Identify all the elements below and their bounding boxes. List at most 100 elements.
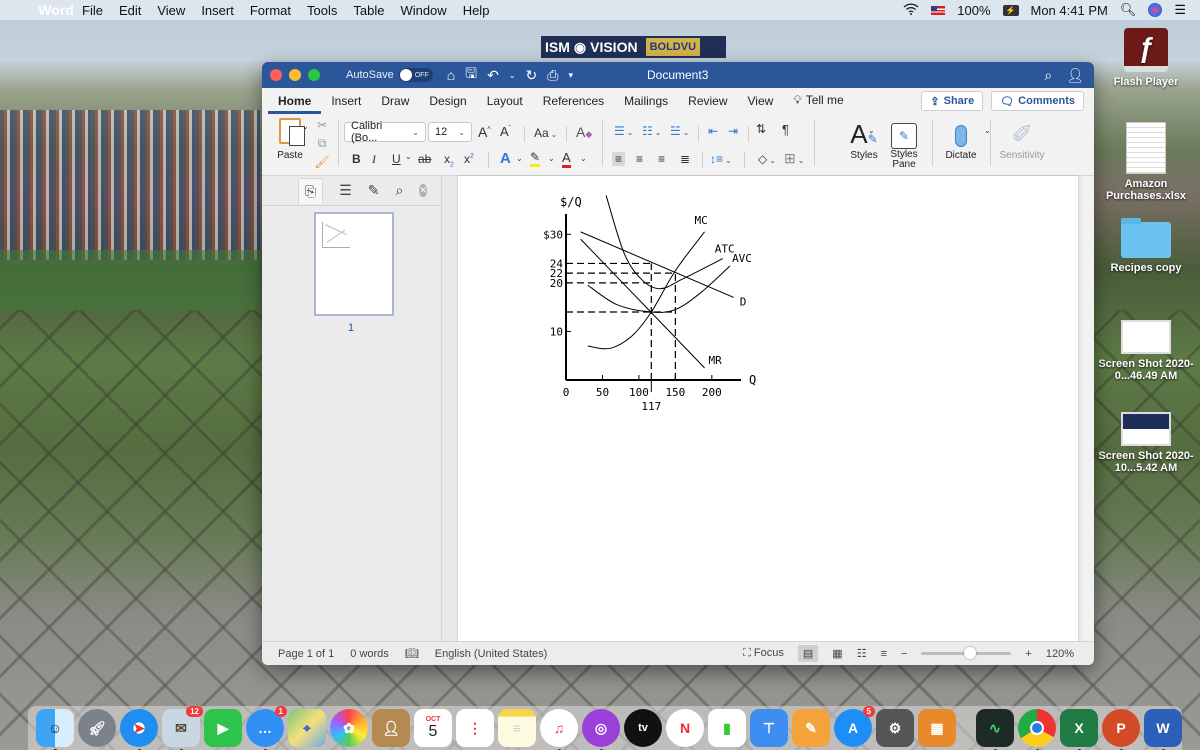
underline-options-chevron-icon[interactable]: ⌄ xyxy=(405,152,412,161)
dock-word[interactable]: W xyxy=(1144,709,1182,750)
increase-indent-button[interactable]: ⇥ xyxy=(728,124,738,138)
chevron-down-icon[interactable]: ⌄ xyxy=(548,154,555,163)
shading-button[interactable]: ◇ ⌄ xyxy=(758,152,776,166)
tab-view[interactable]: View xyxy=(738,94,784,114)
clock[interactable]: Mon 4:41 PM xyxy=(1031,3,1108,18)
menu-tools[interactable]: Tools xyxy=(299,3,345,18)
web-layout-view-icon[interactable]: ▦ xyxy=(832,647,842,660)
align-right-button[interactable]: ≡ xyxy=(658,152,665,166)
proofing-icon[interactable]: 📖︎ xyxy=(405,647,419,660)
dock-launchpad[interactable]: 🚀︎ xyxy=(78,709,116,747)
chevron-down-icon[interactable]: ⌄ xyxy=(580,154,587,163)
zoom-in-button[interactable]: + xyxy=(1025,648,1031,660)
page-thumbnail[interactable] xyxy=(314,212,394,316)
zoom-slider[interactable] xyxy=(921,647,1012,659)
dock-activity-monitor[interactable]: ∿ xyxy=(976,709,1014,750)
format-painter-icon[interactable]: 🖌︎ xyxy=(314,155,329,169)
highlight-color-button[interactable]: ✎ xyxy=(530,150,541,167)
menu-app-name[interactable]: Word xyxy=(36,0,74,29)
dock-numbers[interactable]: ▮ xyxy=(708,709,746,747)
dock-photos[interactable]: ✿ xyxy=(330,709,368,747)
dock-finder[interactable]: ☺ xyxy=(36,709,74,750)
zoom-level[interactable]: 120% xyxy=(1046,648,1074,660)
word-count[interactable]: 0 words xyxy=(350,648,389,660)
print-layout-view-icon[interactable]: ▤ xyxy=(797,645,819,662)
font-color-button[interactable]: A xyxy=(562,150,571,168)
print-icon[interactable]: ⎙ xyxy=(547,67,558,84)
zoom-out-button[interactable]: − xyxy=(901,648,907,660)
dock-app-store[interactable]: A5 xyxy=(834,706,875,747)
dock-system-preferences[interactable]: ⚙ xyxy=(876,709,914,747)
notification-center-icon[interactable]: ☰ xyxy=(1174,2,1186,18)
sensitivity-button[interactable]: ✐ Sensitivity xyxy=(994,118,1050,161)
share-button[interactable]: ⇪ Share xyxy=(921,91,984,111)
save-icon[interactable]: 🖫 xyxy=(465,63,477,87)
autosave-toggle[interactable]: OFF xyxy=(398,68,433,82)
show-formatting-marks-button[interactable]: ¶ xyxy=(782,122,789,137)
multilevel-list-button[interactable]: ☱ ⌄ xyxy=(670,124,689,138)
find-tab-icon[interactable]: ⌕ xyxy=(396,182,404,199)
zoom-slider-knob[interactable] xyxy=(964,647,977,659)
dock-messages[interactable]: … 1 xyxy=(246,706,287,750)
wifi-icon[interactable] xyxy=(903,2,919,18)
close-window-button[interactable] xyxy=(270,69,282,81)
dock-calculator[interactable]: ▦ xyxy=(918,709,956,747)
dock-reminders[interactable]: ⋮ xyxy=(456,709,494,747)
zoom-window-button[interactable] xyxy=(308,69,320,81)
borders-button[interactable]: ⊞ ⌄ xyxy=(784,150,804,167)
spotlight-search-icon[interactable]: 🔍︎ xyxy=(1120,2,1137,18)
draft-view-icon[interactable]: ≡ xyxy=(881,648,887,660)
dictate-button[interactable]: Dictate xyxy=(938,118,984,161)
customize-toolbar-icon[interactable]: ▾ xyxy=(568,70,573,81)
undo-icon[interactable]: ↶ xyxy=(487,67,499,84)
superscript-button[interactable]: x2 xyxy=(464,152,474,166)
desktop-icon-screenshot-1[interactable]: Screen Shot 2020-0...46.49 AM xyxy=(1096,320,1196,382)
justify-button[interactable]: ≣ xyxy=(680,152,690,166)
desktop-icon-amazon-xlsx[interactable]: Amazon Purchases.xlsx xyxy=(1096,122,1196,202)
decrease-indent-button[interactable]: ⇤ xyxy=(708,124,718,138)
copy-icon[interactable]: ⧉ xyxy=(318,136,327,151)
dock-news[interactable]: N xyxy=(666,709,704,747)
outline-tab-icon[interactable]: ☰ xyxy=(339,182,352,199)
chevron-down-icon[interactable]: ⌄ xyxy=(868,126,875,135)
tab-references[interactable]: References xyxy=(533,94,614,114)
menu-window[interactable]: Window xyxy=(392,3,454,18)
tab-layout[interactable]: Layout xyxy=(477,94,533,114)
dock-mail[interactable]: ✉ 12 xyxy=(162,706,203,750)
menu-help[interactable]: Help xyxy=(455,3,498,18)
home-icon[interactable]: ⌂ xyxy=(447,67,455,83)
strikethrough-button[interactable]: ab xyxy=(418,152,431,166)
tab-design[interactable]: Design xyxy=(419,94,476,114)
dock-podcasts[interactable]: ◎ xyxy=(582,709,620,750)
siri-icon[interactable] xyxy=(1148,3,1163,17)
battery-icon[interactable]: ⚡ xyxy=(1002,4,1019,16)
font-size-dropdown[interactable]: 12 ⌄ xyxy=(428,122,472,142)
close-pane-icon[interactable]: ✕ xyxy=(419,184,427,197)
undo-dropdown-chevron-icon[interactable]: ⌄ xyxy=(509,71,516,80)
tell-me-search[interactable]: 💡︎ Tell me xyxy=(783,93,853,114)
styles-gallery-button[interactable]: A✎ Styles xyxy=(844,118,884,161)
dock-maps[interactable]: ⌖ xyxy=(288,709,326,747)
comments-pane-tab-icon[interactable]: ✎ xyxy=(368,182,380,199)
chevron-down-icon[interactable]: ⌄ xyxy=(516,154,523,163)
bullets-button[interactable]: ☰ ⌄ xyxy=(614,124,633,138)
focus-button[interactable]: ⛶ Focus xyxy=(743,647,784,660)
dock-safari[interactable]: ➤ xyxy=(120,709,158,750)
dock-music[interactable]: ♫ xyxy=(540,709,578,750)
subscript-button[interactable]: x2 xyxy=(444,152,454,168)
font-name-dropdown[interactable]: Calibri (Bo... ⌄ xyxy=(344,120,426,144)
paste-options-chevron-icon[interactable]: ⌄ xyxy=(302,122,309,131)
language[interactable]: English (United States) xyxy=(435,648,548,660)
dock-calendar[interactable]: OCT 5 xyxy=(414,709,452,747)
menu-insert[interactable]: Insert xyxy=(193,3,242,18)
page-count[interactable]: Page 1 of 1 xyxy=(278,648,334,660)
tab-draw[interactable]: Draw xyxy=(371,94,419,114)
menu-table[interactable]: Table xyxy=(345,3,392,18)
desktop-icon-recipes-folder[interactable]: Recipes copy xyxy=(1096,218,1196,274)
italic-button[interactable]: I xyxy=(372,152,376,167)
outline-view-icon[interactable]: ☷ xyxy=(857,647,867,660)
styles-pane-button[interactable]: ✎ Styles Pane xyxy=(882,118,926,170)
comments-button[interactable]: 🗨︎ Comments xyxy=(991,91,1084,111)
dock-keynote[interactable]: ⊤ xyxy=(750,709,788,747)
redo-icon[interactable]: ↻ xyxy=(526,67,538,84)
